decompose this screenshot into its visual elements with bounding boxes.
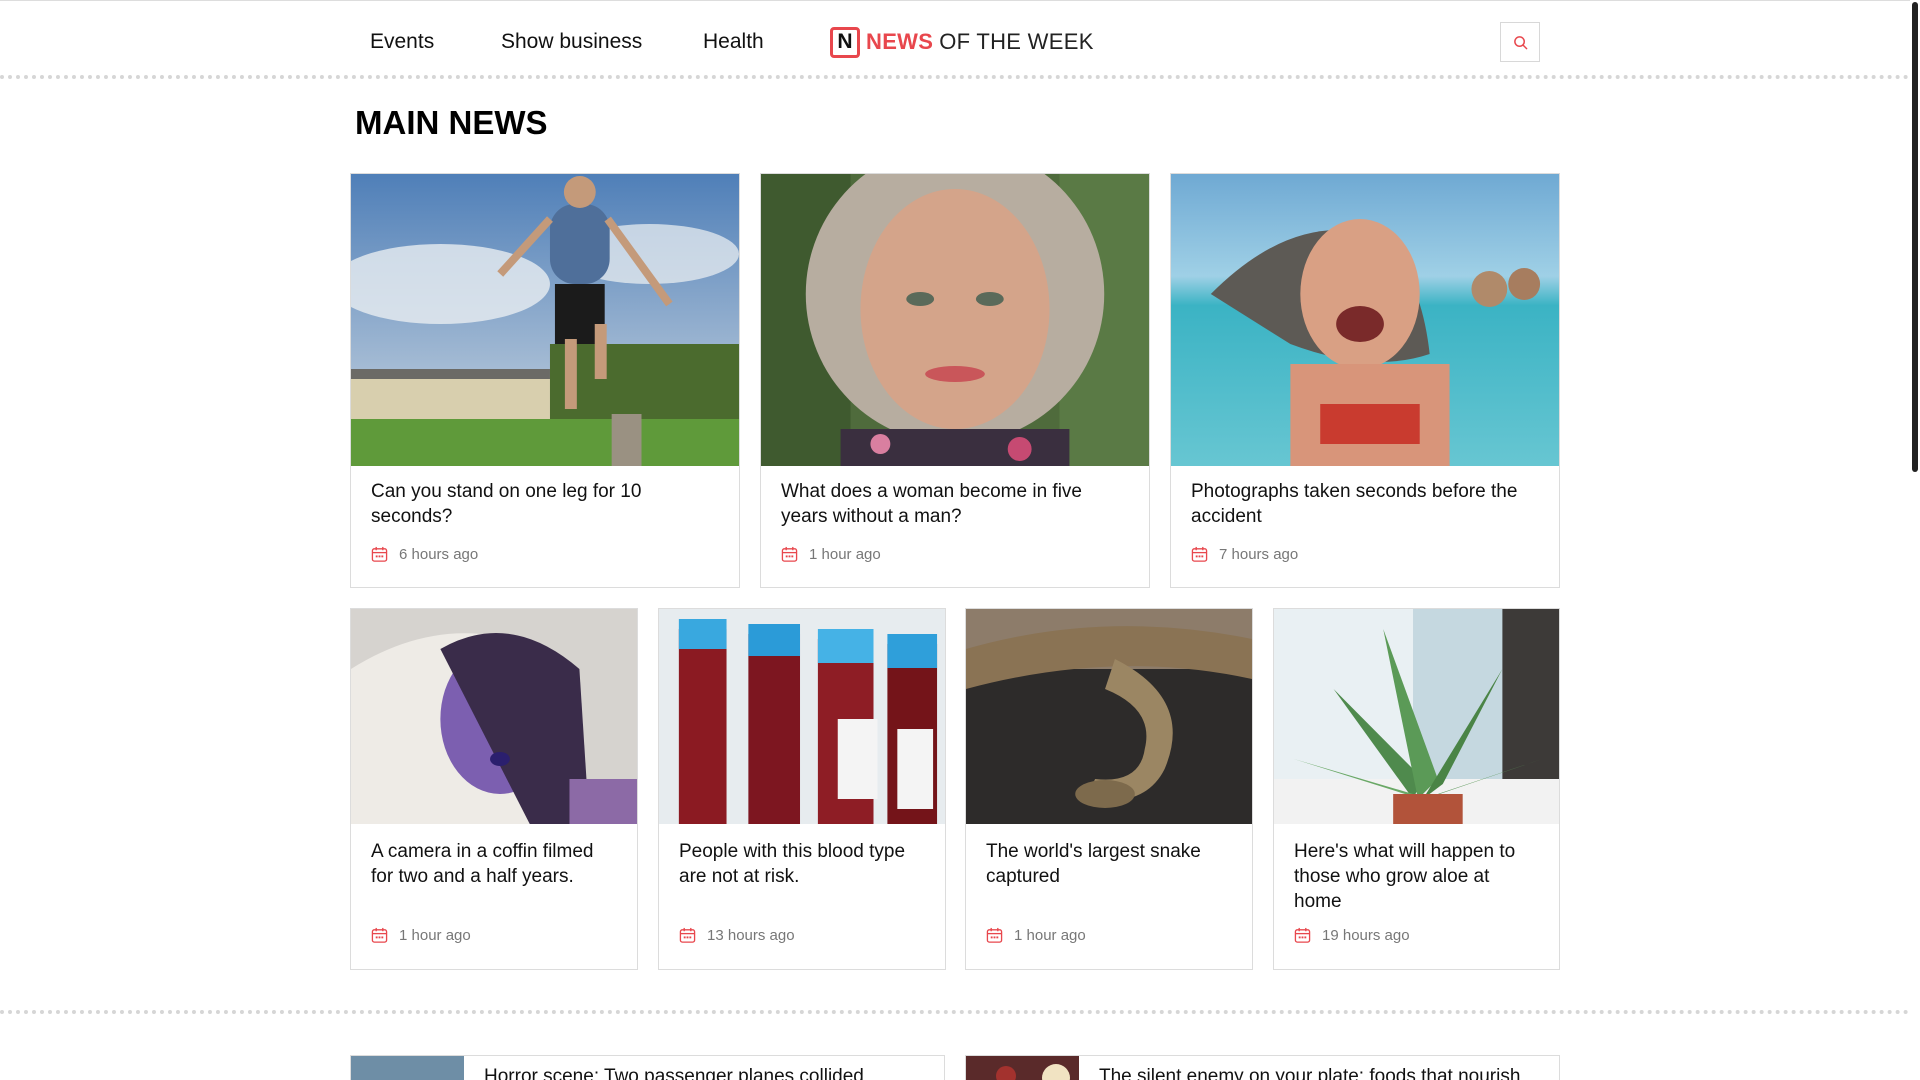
more-news-title[interactable]: The silent enemy on your plate: foods th… <box>1099 1066 1520 1080</box>
card-meta: 6 hours ago <box>371 546 478 563</box>
logo-mark: N <box>830 26 860 58</box>
card-time: 1 hour ago <box>1014 927 1086 944</box>
site-header: Events Show business Health N NEWS OF TH… <box>0 0 1910 78</box>
card-title[interactable]: People with this blood type are not at r… <box>679 839 927 889</box>
news-card[interactable]: The world's largest snake captured 1 hou… <box>965 608 1253 970</box>
more-news-item[interactable]: Horror scene: Two passenger planes colli… <box>350 1055 945 1080</box>
card-title[interactable]: Can you stand on one leg for 10 seconds? <box>371 479 721 529</box>
aloe-plant-image <box>1274 609 1559 824</box>
news-card[interactable]: A camera in a coffin filmed for two and … <box>350 608 638 970</box>
card-meta: 1 hour ago <box>781 546 881 563</box>
calendar-icon <box>1294 927 1311 943</box>
calendar-icon <box>679 927 696 943</box>
card-title[interactable]: Photographs taken seconds before the acc… <box>1191 479 1541 529</box>
news-card[interactable]: Here's what will happen to those who gro… <box>1273 608 1560 970</box>
calendar-icon <box>781 546 798 562</box>
news-card[interactable]: What does a woman become in five years w… <box>760 173 1150 588</box>
woman-in-sea-image <box>1171 174 1559 466</box>
man-balancing-image <box>351 174 739 466</box>
calendar-icon <box>986 927 1003 943</box>
search-button[interactable] <box>1500 22 1540 62</box>
logo-word-rest: OF THE WEEK <box>939 29 1094 54</box>
calendar-icon <box>371 546 388 562</box>
news-card[interactable]: People with this blood type are not at r… <box>658 608 946 970</box>
news-card[interactable]: Can you stand on one leg for 10 seconds?… <box>350 173 740 588</box>
card-meta: 1 hour ago <box>986 927 1086 944</box>
card-meta: 19 hours ago <box>1294 927 1410 944</box>
card-title[interactable]: Here's what will happen to those who gro… <box>1294 839 1541 914</box>
woman-in-coffin-image <box>351 609 637 824</box>
food-thumbnail <box>966 1056 1079 1080</box>
card-meta: 7 hours ago <box>1191 546 1298 563</box>
snake-image <box>966 609 1252 824</box>
card-meta: 13 hours ago <box>679 927 795 944</box>
more-news-title[interactable]: Horror scene: Two passenger planes colli… <box>484 1066 864 1080</box>
woman-portrait-image <box>761 174 1149 466</box>
card-time: 1 hour ago <box>809 546 881 563</box>
planes-thumbnail <box>351 1056 464 1080</box>
logo-word-news: NEWS <box>866 29 934 54</box>
calendar-icon <box>1191 546 1208 562</box>
card-time: 19 hours ago <box>1322 927 1410 944</box>
card-title[interactable]: What does a woman become in five years w… <box>781 479 1131 529</box>
more-news-item[interactable]: The silent enemy on your plate: foods th… <box>965 1055 1560 1080</box>
card-title[interactable]: A camera in a coffin filmed for two and … <box>371 839 619 889</box>
nav-link-health[interactable]: Health <box>703 30 764 54</box>
site-logo[interactable]: N NEWS OF THE WEEK <box>830 26 1094 58</box>
search-icon <box>1513 35 1527 49</box>
header-divider <box>0 75 1910 79</box>
nav-link-show-business[interactable]: Show business <box>501 30 642 54</box>
section-divider <box>0 1010 1910 1014</box>
card-meta: 1 hour ago <box>371 927 471 944</box>
news-card[interactable]: Photographs taken seconds before the acc… <box>1170 173 1560 588</box>
card-time: 1 hour ago <box>399 927 471 944</box>
blood-tubes-image <box>659 609 945 824</box>
calendar-icon <box>371 927 388 943</box>
card-title[interactable]: The world's largest snake captured <box>986 839 1234 889</box>
nav-link-events[interactable]: Events <box>370 30 434 54</box>
scrollbar-thumb[interactable] <box>1912 2 1918 472</box>
section-title: MAIN NEWS <box>355 104 548 141</box>
card-time: 6 hours ago <box>399 546 479 563</box>
card-time: 13 hours ago <box>707 927 795 944</box>
card-time: 7 hours ago <box>1219 546 1299 563</box>
